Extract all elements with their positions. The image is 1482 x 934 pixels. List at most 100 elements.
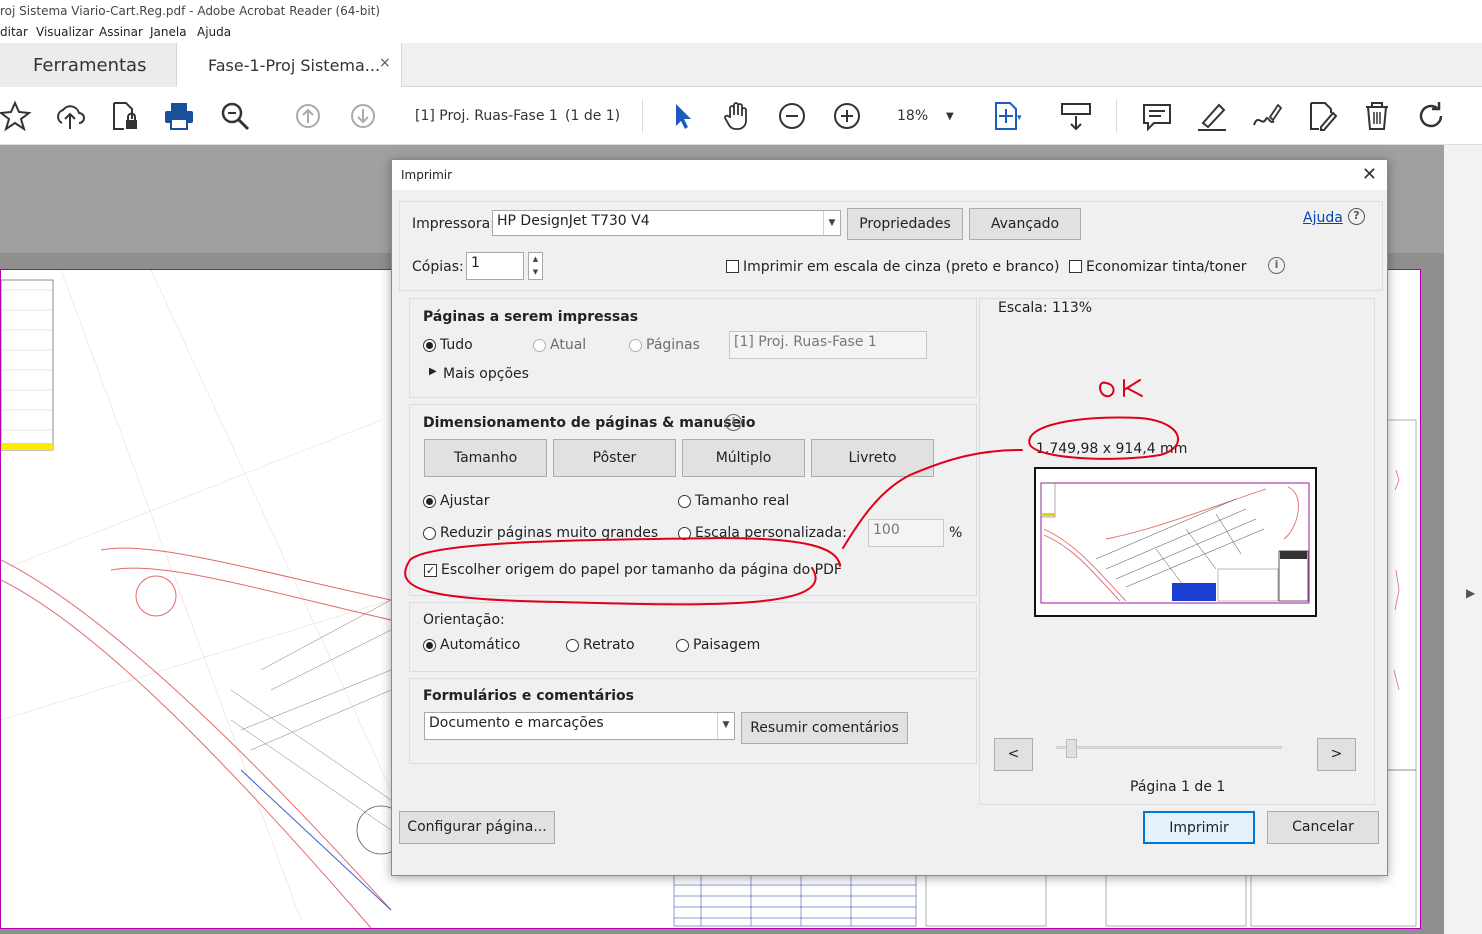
landscape-label: Paisagem <box>693 637 761 653</box>
current-page-label: Atual <box>550 337 587 353</box>
shrink-label: Reduzir páginas muito grandes <box>440 525 659 541</box>
print-dialog: Imprimir ✕ Impressora: HP DesignJet T730… <box>391 159 1388 876</box>
tab-document[interactable]: Fase-1-Proj Sistema... × <box>177 43 402 88</box>
chevron-down-icon: ▼ <box>823 211 840 235</box>
radio-auto-orientation[interactable] <box>423 639 436 652</box>
scroll-mode-icon[interactable] <box>1059 99 1093 133</box>
vertical-scrollbar[interactable] <box>1444 145 1482 934</box>
auto-orientation-label: Automático <box>440 637 521 653</box>
menu-bar: ditar Visualizar Assinar Janela Ajuda <box>0 23 1482 43</box>
radio-shrink[interactable] <box>423 527 436 540</box>
chevron-down-icon: ▼ <box>717 713 734 739</box>
actual-size-label: Tamanho real <box>695 493 790 509</box>
preview-thumbnail <box>1034 467 1317 617</box>
comment-icon[interactable] <box>1140 99 1174 133</box>
preview-dimensions: 1.749,98 x 914,4 mm <box>1036 441 1188 457</box>
zoom-level[interactable]: 18% <box>897 108 928 124</box>
pages-group-title: Páginas a serem impressas <box>423 309 639 325</box>
grayscale-label: Imprimir em escala de cinza (preto e bra… <box>743 259 1060 275</box>
copies-stepper[interactable]: ▲ ▼ <box>528 252 543 280</box>
preview-slider-handle[interactable] <box>1066 739 1077 758</box>
close-icon[interactable]: ✕ <box>1362 164 1377 185</box>
file-lock-icon[interactable] <box>108 99 142 133</box>
radio-page-range[interactable] <box>629 339 642 352</box>
forms-select[interactable]: Documento e marcações ▼ <box>424 712 735 740</box>
toolbar-divider <box>642 99 643 133</box>
expand-triangle-icon[interactable]: ▶ <box>429 366 437 377</box>
cancel-button[interactable]: Cancelar <box>1267 811 1379 844</box>
preview-page-info: Página 1 de 1 <box>1130 779 1226 795</box>
tab-tools[interactable]: Ferramentas <box>0 43 177 87</box>
menu-edit[interactable]: ditar <box>0 25 28 39</box>
copies-input[interactable]: 1 <box>466 252 524 280</box>
choose-paper-label: Escolher origem do papel por tamanho da … <box>441 562 842 578</box>
help-link[interactable]: Ajuda <box>1303 210 1343 226</box>
page-range-input[interactable]: [1] Proj. Ruas-Fase 1 <box>729 331 927 359</box>
advanced-button[interactable]: Avançado <box>969 208 1081 240</box>
fit-label: Ajustar <box>440 493 490 509</box>
info-icon[interactable]: i <box>725 414 742 431</box>
star-icon[interactable] <box>0 99 34 133</box>
choose-paper-checkbox[interactable]: ✓ <box>424 564 437 577</box>
edit-icon[interactable] <box>1305 99 1339 133</box>
arrow-down-icon[interactable] <box>346 99 380 133</box>
print-icon[interactable] <box>162 99 196 133</box>
properties-button[interactable]: Propriedades <box>847 208 963 240</box>
radio-custom-scale[interactable] <box>678 527 691 540</box>
forms-group-title: Formulários e comentários <box>423 688 634 704</box>
radio-portrait[interactable] <box>566 639 579 652</box>
cloud-upload-icon[interactable] <box>53 99 87 133</box>
radio-current-page[interactable] <box>533 339 546 352</box>
preview-next-button[interactable]: > <box>1317 738 1356 771</box>
menu-window[interactable]: Janela <box>150 25 187 39</box>
rotate-icon[interactable] <box>1414 99 1448 133</box>
scroll-right-icon[interactable]: ▶ <box>1466 586 1475 600</box>
sign-icon[interactable] <box>1250 99 1284 133</box>
preview-scale: Escala: 113% <box>998 300 1093 316</box>
radio-all-pages[interactable] <box>423 339 436 352</box>
dialog-title: Imprimir <box>401 168 453 182</box>
booklet-button[interactable]: Livreto <box>811 439 934 477</box>
menu-sign[interactable]: Assinar <box>99 25 143 39</box>
pointer-icon[interactable] <box>666 99 700 133</box>
zoom-in-icon[interactable] <box>830 99 864 133</box>
dialog-title-bar: Imprimir ✕ <box>392 160 1387 190</box>
help-icon[interactable]: ? <box>1348 208 1365 225</box>
arrow-up-icon[interactable] <box>291 99 325 133</box>
page-label[interactable]: [1] Proj. Ruas-Fase 1 <box>415 108 558 124</box>
radio-landscape[interactable] <box>676 639 689 652</box>
size-button[interactable]: Tamanho <box>424 439 547 477</box>
radio-actual-size[interactable] <box>678 495 691 508</box>
window-title: roj Sistema Viario-Cart.Reg.pdf - Adobe … <box>0 4 381 18</box>
zoom-out-icon[interactable] <box>775 99 809 133</box>
preview-prev-button[interactable]: < <box>994 738 1033 771</box>
poster-button[interactable]: Pôster <box>553 439 676 477</box>
custom-scale-input[interactable]: 100 <box>868 519 944 547</box>
printer-value: HP DesignJet T730 V4 <box>497 213 650 229</box>
print-button[interactable]: Imprimir <box>1143 811 1255 844</box>
printer-select[interactable]: HP DesignJet T730 V4 ▼ <box>492 210 841 236</box>
page-setup-button[interactable]: Configurar página... <box>399 811 555 844</box>
save-ink-checkbox[interactable] <box>1069 260 1082 273</box>
zoom-dropdown-icon[interactable]: ▼ <box>946 111 954 122</box>
summarize-comments-button[interactable]: Resumir comentários <box>741 712 908 744</box>
fit-page-icon[interactable]: ▾ <box>990 99 1024 133</box>
preview-slider-track[interactable] <box>1056 746 1282 749</box>
more-options-toggle[interactable]: Mais opções <box>443 366 529 382</box>
zoom-search-icon[interactable] <box>218 99 252 133</box>
portrait-label: Retrato <box>583 637 635 653</box>
percent-label: % <box>949 525 963 541</box>
info-icon[interactable]: i <box>1268 257 1285 274</box>
multiple-button[interactable]: Múltiplo <box>682 439 805 477</box>
hand-icon[interactable] <box>720 99 754 133</box>
page-range-label: Páginas <box>646 337 700 353</box>
highlight-icon[interactable] <box>1195 99 1229 133</box>
menu-help[interactable]: Ajuda <box>197 25 231 39</box>
tab-close-icon[interactable]: × <box>379 55 391 71</box>
delete-icon[interactable] <box>1360 99 1394 133</box>
menu-view[interactable]: Visualizar <box>36 25 94 39</box>
radio-fit[interactable] <box>423 495 436 508</box>
window-title-bar: roj Sistema Viario-Cart.Reg.pdf - Adobe … <box>0 0 1482 23</box>
custom-scale-label: Escala personalizada: <box>695 525 847 541</box>
grayscale-checkbox[interactable] <box>726 260 739 273</box>
